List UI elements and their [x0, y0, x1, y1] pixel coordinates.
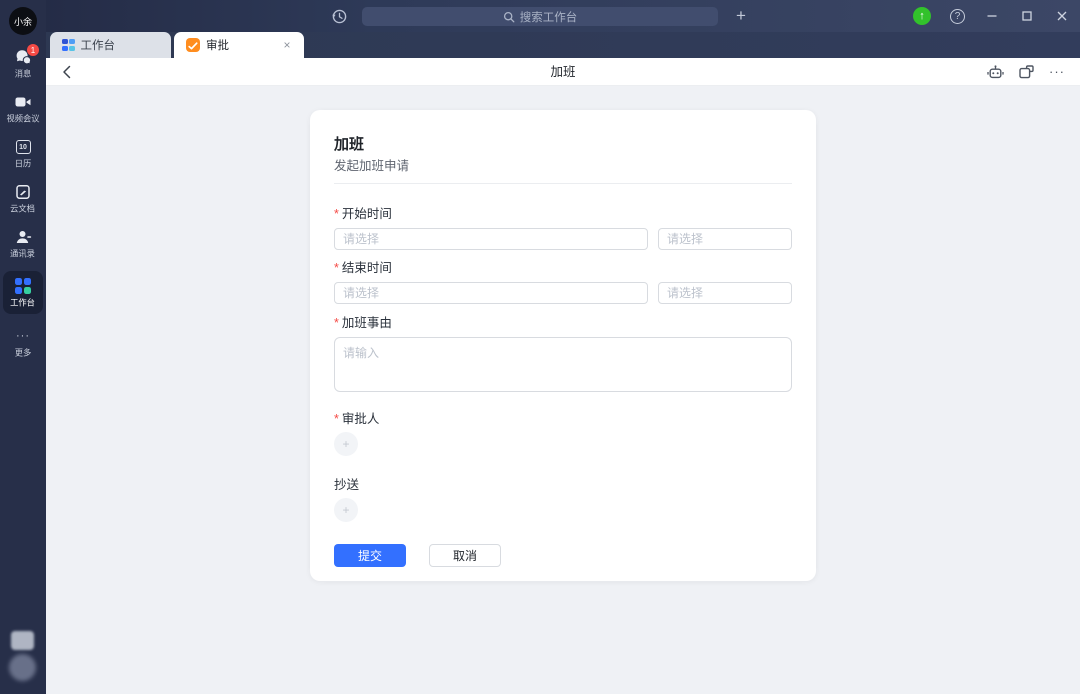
tab-label: 审批	[206, 37, 229, 53]
start-hour-input[interactable]	[658, 228, 792, 250]
search-icon	[503, 11, 515, 23]
approval-icon	[186, 38, 200, 52]
history-clock-icon	[331, 8, 348, 25]
more-dots-icon: ···	[16, 332, 30, 340]
messages-badge: 1	[27, 44, 39, 56]
minimize-button[interactable]	[984, 8, 1000, 24]
more-actions-icon[interactable]: ···	[1048, 63, 1066, 81]
form-subtitle: 发起加班申请	[334, 159, 792, 174]
sidebar-item-calendar[interactable]: 10 日历	[2, 138, 44, 170]
required-mark: *	[334, 207, 339, 221]
window-controls: ↑ ?	[913, 0, 1070, 32]
search-placeholder: 搜索工作台	[520, 9, 578, 25]
field-end-time: *结束时间	[334, 261, 792, 304]
page-header-actions: ···	[986, 58, 1066, 86]
tab-approval[interactable]: 审批 ×	[174, 32, 304, 58]
workbench-grid-icon	[62, 39, 75, 52]
field-label: *加班事由	[334, 316, 792, 331]
end-hour-input[interactable]	[658, 282, 792, 304]
page-header: 加班 ···	[46, 58, 1080, 86]
sidebar-bottom-square-icon[interactable]	[11, 631, 34, 650]
sidebar-item-label: 更多	[15, 347, 32, 359]
sidebar-item-workbench[interactable]: 工作台	[3, 271, 43, 314]
page-title: 加班	[46, 58, 1080, 86]
field-label: *审批人	[334, 412, 792, 427]
sidebar-item-video-meeting[interactable]: 视频会议	[2, 93, 44, 125]
avatar[interactable]: 小余	[9, 7, 37, 35]
sidebar-bottom-circle-icon[interactable]	[9, 654, 36, 681]
field-label: *开始时间	[334, 207, 792, 222]
submit-button[interactable]: 提交	[334, 544, 406, 567]
field-label: 抄送	[334, 478, 792, 493]
new-tab-button[interactable]: +	[731, 4, 751, 28]
field-start-time: *开始时间	[334, 207, 792, 250]
field-approver: *审批人 +	[334, 412, 792, 456]
person-icon	[15, 229, 32, 245]
help-icon[interactable]: ?	[950, 9, 965, 24]
sidebar-item-more[interactable]: ··· 更多	[2, 327, 44, 359]
add-approver-button[interactable]: +	[334, 432, 358, 456]
sidebar-item-label: 云文档	[11, 203, 36, 215]
required-mark: *	[334, 412, 339, 426]
sidebar-item-messages[interactable]: 1 消息	[2, 48, 44, 80]
global-search-input[interactable]: 搜索工作台	[362, 7, 718, 26]
titlebar: 搜索工作台 + ↑ ?	[0, 0, 1080, 32]
cancel-button[interactable]: 取消	[429, 544, 501, 567]
sidebar-item-label: 视频会议	[6, 113, 39, 125]
tab-label: 工作台	[81, 37, 116, 53]
document-icon	[15, 184, 31, 200]
field-cc: 抄送 +	[334, 478, 792, 522]
bot-icon[interactable]	[986, 63, 1004, 81]
sidebar-item-contacts[interactable]: 通讯录	[2, 228, 44, 260]
app-window: 搜索工作台 + ↑ ? 小余	[0, 0, 1080, 694]
video-camera-icon	[14, 95, 32, 109]
content-area: 加班 发起加班申请 *开始时间 *结束时间 *加班事由	[46, 86, 1080, 694]
required-mark: *	[334, 261, 339, 275]
tab-workbench[interactable]: 工作台	[50, 32, 171, 58]
sidebar-item-label: 消息	[15, 68, 32, 80]
divider	[334, 183, 792, 184]
reason-textarea[interactable]	[334, 337, 792, 392]
upgrade-icon[interactable]: ↑	[913, 7, 931, 25]
form-actions: 提交 取消	[334, 544, 792, 567]
workbench-grid-icon	[15, 278, 31, 294]
sidebar-item-label: 日历	[15, 158, 32, 170]
add-cc-button[interactable]: +	[334, 498, 358, 522]
sidebar-item-docs[interactable]: 云文档	[2, 183, 44, 215]
sidebar: 小余 1 消息	[0, 0, 46, 694]
field-label: *结束时间	[334, 261, 792, 276]
close-window-button[interactable]	[1054, 8, 1070, 24]
sidebar-item-label: 通讯录	[11, 248, 36, 260]
field-reason: *加班事由	[334, 316, 792, 397]
tab-strip: 工作台 审批 ×	[46, 32, 1080, 58]
open-in-window-icon[interactable]	[1017, 63, 1035, 81]
start-date-input[interactable]	[334, 228, 648, 250]
maximize-button[interactable]	[1019, 8, 1035, 24]
end-date-input[interactable]	[334, 282, 648, 304]
approval-form-card: 加班 发起加班申请 *开始时间 *结束时间 *加班事由	[310, 110, 816, 581]
tab-close-icon[interactable]: ×	[280, 38, 294, 52]
required-mark: *	[334, 316, 339, 330]
form-title: 加班	[334, 136, 792, 154]
calendar-icon: 10	[16, 140, 31, 154]
history-button[interactable]	[329, 7, 349, 26]
sidebar-item-label: 工作台	[11, 297, 36, 309]
